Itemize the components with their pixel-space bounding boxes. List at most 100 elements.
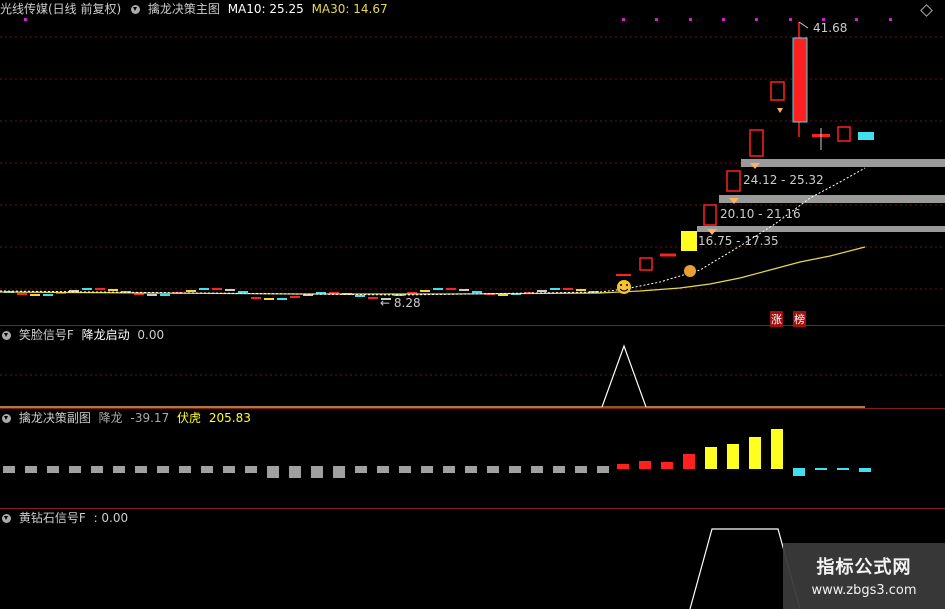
money-bag-icon: [684, 265, 696, 277]
candle-flat: [147, 294, 157, 296]
candle-flat: [355, 295, 365, 297]
histogram-bar: [355, 466, 367, 473]
histogram-bar: [639, 461, 651, 469]
histogram-bar: [311, 466, 323, 478]
candle-flat: [30, 294, 40, 296]
histogram-bar: [267, 466, 279, 478]
histogram-bar: [727, 444, 739, 469]
histogram-bar: [91, 466, 103, 473]
histogram-bar: [793, 468, 805, 476]
histogram-bar: [859, 468, 871, 472]
ma30-line: [0, 246, 866, 295]
candle-flat: [368, 297, 378, 299]
histogram-bar: [245, 466, 257, 473]
candle-big: [792, 37, 808, 123]
main-chart-svg: [0, 18, 945, 300]
histogram-bar: [135, 466, 147, 473]
main-chart-panel: 光线传媒(日线 前复权) 擒龙决策主图 MA10: 25.25 MA30: 14…: [0, 0, 945, 327]
histogram-bar: [289, 466, 301, 478]
histogram-bar: [771, 429, 783, 469]
high-price-label: 41.68: [813, 21, 848, 35]
histogram-bar: [617, 464, 629, 469]
histogram-bar: [575, 466, 587, 473]
histogram-bar: [683, 454, 695, 469]
candle-flat: [472, 291, 482, 293]
zone-bar: [697, 226, 945, 232]
candle-up: [726, 170, 741, 192]
candle-flat: [563, 288, 573, 290]
candle-flat: [550, 288, 560, 290]
candle-down: [858, 132, 874, 140]
decision-subchart-panel: 擒龙决策副图 降龙 -39.17 伏虎 205.83: [0, 409, 945, 508]
zone-label-3: 16.75 - 17.35: [698, 234, 779, 248]
histogram-bar: [69, 466, 81, 473]
histogram-bar: [553, 466, 565, 473]
candle-flat: [251, 297, 261, 299]
histogram-bar: [837, 468, 849, 470]
histogram-bar: [179, 466, 191, 473]
histogram-bar: [377, 466, 389, 473]
candle-up: [770, 81, 785, 101]
candle-up: [703, 204, 717, 226]
candle-flat: [82, 288, 92, 290]
candle-flat: [459, 289, 469, 291]
candle-flat: [212, 288, 222, 290]
candle-flat: [498, 294, 508, 296]
candle-flat: [17, 293, 27, 295]
histogram-bar: [47, 466, 59, 473]
candle-flat: [108, 289, 118, 291]
histogram-bar: [509, 466, 521, 473]
histogram-bar: [749, 437, 761, 469]
candle-up: [639, 257, 653, 271]
yellow-marker: [681, 231, 697, 251]
histogram-bar: [443, 466, 455, 473]
histogram-bar: [421, 466, 433, 473]
histogram-bar: [705, 447, 717, 469]
candle-up: [837, 126, 851, 142]
candle-flat: [225, 289, 235, 291]
histogram-bar: [661, 462, 673, 469]
histogram-bar: [223, 466, 235, 473]
candle-flat: [160, 294, 170, 296]
watermark-title: 指标公式网: [816, 557, 912, 578]
histogram-bar: [487, 466, 499, 473]
candle-flat: [290, 296, 300, 298]
candle-flat: [420, 290, 430, 292]
zone-label-1: 24.12 - 25.32: [743, 173, 824, 187]
candle-flat: [199, 288, 209, 290]
candle-flat: [446, 288, 456, 290]
candle-flat: [264, 298, 274, 300]
candle-flat: [95, 288, 105, 290]
histogram-bar: [157, 466, 169, 473]
histogram-bar: [465, 466, 477, 473]
candle-flat: [238, 291, 248, 293]
histogram-bar: [531, 466, 543, 473]
diamond-icon: [777, 108, 783, 113]
candle-up: [749, 129, 764, 157]
histogram-bar: [399, 466, 411, 473]
zone-bar: [719, 195, 945, 203]
candle-flat: [433, 288, 443, 290]
candle-flat: [43, 294, 53, 296]
histogram-bar: [201, 466, 213, 473]
histogram-bar: [597, 466, 609, 473]
high-arrow: [798, 21, 809, 29]
candle-flat: [186, 290, 196, 292]
histogram-bar: [333, 466, 345, 478]
smiley-icon: [617, 280, 631, 294]
histogram-bar: [113, 466, 125, 473]
low-price-label: ← 8.28: [380, 296, 421, 310]
watermark: 指标公式网 www.zbgs3.com: [783, 543, 945, 609]
candle-flat: [537, 290, 547, 292]
candle-flat: [576, 289, 586, 291]
zone-bar: [741, 159, 945, 167]
candle-flat: [277, 298, 287, 300]
histogram-bar: [815, 468, 827, 470]
smiley-signal-panel: 笑脸信号F 降龙启动 0.00: [0, 326, 945, 408]
zone-label-2: 20.10 - 21.16: [720, 207, 801, 221]
histogram-bar: [3, 466, 15, 473]
histogram-bar: [25, 466, 37, 473]
histogram-svg: [3, 429, 871, 478]
watermark-url: www.zbgs3.com: [811, 583, 917, 598]
signal-line: [0, 344, 865, 408]
